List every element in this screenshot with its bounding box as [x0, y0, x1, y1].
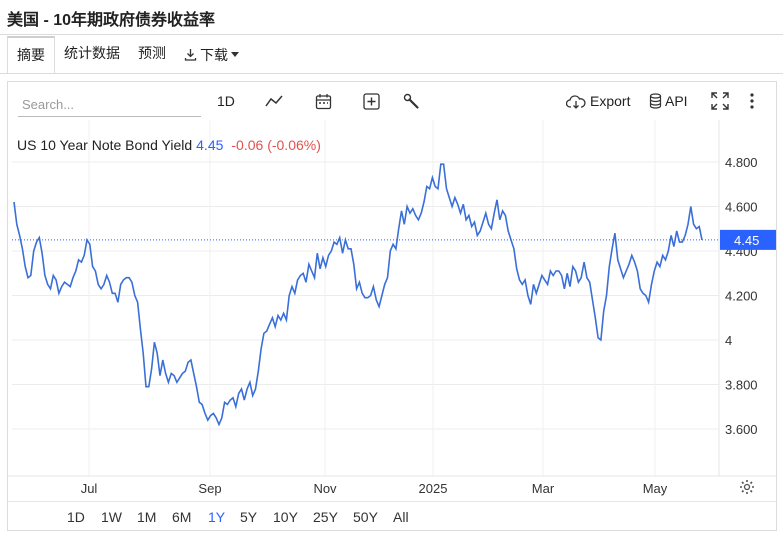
legend-value: 4.45	[196, 137, 224, 153]
range-button-1y[interactable]: 1Y	[208, 502, 225, 532]
range-button-25y[interactable]: 25Y	[313, 502, 338, 532]
x-tick-label: Nov	[313, 481, 337, 496]
range-selector: 1D 1W 1M 6M 1Y 5Y 10Y 25Y 50Y All	[8, 501, 776, 532]
legend-change: -0.06 (-0.06%)	[231, 137, 321, 153]
range-button-6m[interactable]: 6M	[172, 502, 191, 532]
x-tick-label: Sep	[198, 481, 221, 496]
download-arrow-icon	[184, 48, 197, 61]
tab-summary-label: 摘要	[17, 47, 45, 63]
last-value-badge: 4.45	[720, 229, 776, 250]
tab-forecast-label: 预测	[138, 45, 166, 61]
range-button-1w[interactable]: 1W	[101, 502, 122, 532]
range-button-1m[interactable]: 1M	[137, 502, 156, 532]
range-button-1d[interactable]: 1D	[67, 502, 85, 532]
tab-bar: 摘要 统计数据 预测 下载	[7, 36, 248, 73]
x-tick-label: May	[643, 481, 668, 496]
legend-series-name: US 10 Year Note Bond Yield	[17, 137, 193, 153]
y-tick-label: 4.800	[725, 155, 758, 170]
series-line	[13, 163, 703, 427]
x-tick-label: Jul	[81, 481, 98, 496]
y-tick-label: 3.800	[725, 378, 758, 393]
page-title: 美国 - 10年期政府债券收益率	[7, 12, 216, 29]
chart-panel: 1D Export API JulSepNov2025MarMay 4.8004…	[7, 81, 777, 531]
grid-layer	[8, 120, 776, 477]
last-value-badge-label: 4.45	[734, 233, 759, 248]
y-tick-label: 4	[725, 333, 732, 348]
x-tick-label: Mar	[532, 481, 555, 496]
y-tick-label: 4.600	[725, 200, 758, 215]
range-button-50y[interactable]: 50Y	[353, 502, 378, 532]
tab-summary[interactable]: 摘要	[7, 36, 55, 73]
y-tick-label: 4.200	[725, 289, 758, 304]
tabs-divider	[0, 73, 783, 74]
y-axis: 4.8004.6004.4004.20043.8003.600	[725, 155, 758, 437]
y-tick-label: 3.600	[725, 422, 758, 437]
tab-statistics-label: 统计数据	[64, 45, 120, 61]
range-button-all[interactable]: All	[393, 502, 409, 532]
tab-download-label: 下载	[200, 46, 228, 63]
title-divider	[0, 34, 783, 35]
tab-download[interactable]: 下载	[175, 36, 248, 73]
tab-statistics[interactable]: 统计数据	[55, 36, 129, 73]
x-tick-label: 2025	[419, 481, 448, 496]
caret-down-icon	[231, 52, 239, 57]
settings-gear-icon[interactable]	[739, 470, 755, 504]
tab-forecast[interactable]: 预测	[129, 36, 175, 73]
range-button-10y[interactable]: 10Y	[273, 502, 298, 532]
legend: US 10 Year Note Bond Yield 4.45 -0.06 (-0.…	[17, 137, 321, 153]
x-axis: Jul Sep Nov 2025 Mar May	[81, 481, 668, 496]
range-button-5y[interactable]: 5Y	[240, 502, 257, 532]
